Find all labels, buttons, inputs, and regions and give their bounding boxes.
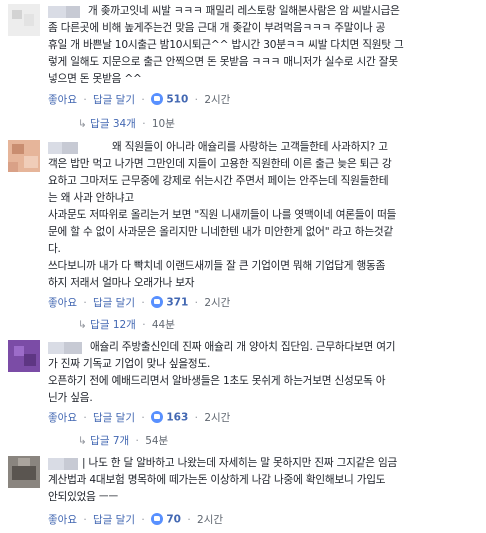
thumbs-up-icon (151, 295, 164, 308)
separator: · (187, 513, 191, 526)
view-replies-link[interactable]: 답글 7개 (90, 435, 129, 447)
comment-actions: 좋아요 · 답글 달기 · 163 · 2시간 (48, 410, 230, 425)
reply-button[interactable]: 답글 달기 (93, 297, 135, 309)
comment-actions: 좋아요 · 답글 달기 · 371 · 2시간 (48, 295, 230, 310)
comment-text: 애슐리 주방출신인데 진짜 애슐리 개 양아치 집단임. 근무하다보면 여기 (90, 341, 396, 353)
reply-button[interactable]: 답글 달기 (93, 94, 135, 106)
separator: · (83, 296, 87, 309)
thumbs-up-icon (151, 512, 164, 525)
reply-arrow-icon: ↳ (78, 319, 87, 331)
commenter-name[interactable] (66, 6, 80, 18)
comment-text: 오픈하기 전에 예배드리면서 알바생들은 1초도 못쉬게 하는거보면 신성모독 … (48, 375, 386, 387)
reply-timestamp: 44분 (151, 319, 175, 331)
commenter-name[interactable] (48, 142, 62, 154)
comment-text: 개 좆까고잇네 씨발 ㅋㅋㅋ 패밀리 레스토랑 일해본사람은 암 씨발시급은 (88, 5, 400, 17)
reply-arrow-icon: ↳ (78, 435, 87, 447)
reaction-count[interactable]: 163 (166, 412, 188, 424)
timestamp[interactable]: 2시간 (197, 514, 223, 526)
comment-text: 안되있었음 ㅡㅡ (48, 491, 118, 503)
like-button[interactable]: 좋아요 (48, 297, 77, 309)
commenter-name[interactable] (64, 342, 82, 354)
reaction-count[interactable]: 70 (166, 514, 181, 526)
comment-text: 렇게 일해도 지문으로 출근 안찍으면 돈 못받음 ㅋㅋㅋ 매니저가 실수로 시… (48, 56, 398, 68)
comment-text: 객은 밥만 먹고 나가면 그만인데 지들이 고용한 직원한테 이른 출근 늦은 … (48, 158, 392, 170)
commenter-name[interactable] (48, 458, 64, 470)
comment-text: 좀 다른곳에 비해 높게주는건 맞음 근대 개 좆같이 부려먹음ㅋㅋㅋ 주말이나… (48, 22, 386, 34)
reaction-count[interactable]: 371 (166, 297, 188, 309)
avatar[interactable] (8, 140, 40, 172)
thumbs-up-icon (151, 92, 164, 105)
like-button[interactable]: 좋아요 (48, 514, 77, 526)
comment-actions: 좋아요 · 답글 달기 · 70 · 2시간 (48, 512, 223, 527)
commenter-name[interactable] (48, 6, 66, 18)
comment-actions: 좋아요 · 답글 달기 · 510 · 2시간 (48, 92, 230, 107)
separator: · (83, 93, 87, 106)
separator: · (83, 513, 87, 526)
separator: · (141, 296, 145, 309)
comment-text: 다. (48, 243, 61, 255)
reply-arrow-icon: ↳ (78, 118, 87, 130)
timestamp[interactable]: 2시간 (204, 412, 230, 424)
separator: · (142, 118, 146, 130)
comment-text: 휴일 개 바쁜날 10시출근 밤10시퇴근^^ 밥시간 30분ㅋㅋ 씨발 다치면… (48, 39, 404, 51)
reply-button[interactable]: 답글 달기 (93, 412, 135, 424)
separator: · (83, 411, 87, 424)
comment-text: 닌가 싶음. (48, 392, 93, 404)
comment-text: 문에 할 수 없이 사과문은 올리지만 니네한텐 내가 미안한게 없어" 라고 … (48, 226, 393, 238)
commenter-name[interactable] (48, 342, 64, 354)
view-replies-link[interactable]: 답글 12개 (90, 319, 136, 331)
commenter-name[interactable] (64, 458, 78, 470)
comment-text: 쓰다보니까 내가 다 빡치네 이랜드새끼들 잘 큰 기업이면 뭐해 기업답게 행… (48, 260, 386, 272)
separator: · (141, 93, 145, 106)
separator: · (141, 411, 145, 424)
separator: · (194, 296, 198, 309)
reply-button[interactable]: 답글 달기 (93, 514, 135, 526)
view-replies-link[interactable]: 답글 34개 (90, 118, 136, 130)
reply-timestamp: 54분 (145, 435, 169, 447)
comment-text: 는 왜 사과 안하냐고 (48, 192, 134, 204)
separator: · (142, 319, 146, 331)
comment-text: 하지 저래서 얼마나 오래가나 보자 (48, 277, 195, 289)
comment-text: 왜 직원들이 아니라 애슐리를 사랑하는 고객들한테 사과하지? 고 (112, 141, 388, 153)
reaction-count[interactable]: 510 (166, 94, 188, 106)
comment-text: | 나도 한 달 알바하고 나왔는데 자세히는 말 못하지만 진짜 그지같은 임… (82, 457, 398, 469)
commenter-name[interactable] (62, 142, 78, 154)
avatar[interactable] (8, 340, 40, 372)
comment-text: 계산법과 4대보험 명목하에 떼가는돈 이상하게 나감 나중에 확인해보니 가입… (48, 474, 386, 486)
comment-text: 요하고 그마저도 근무중에 강제로 쉬는시간 주면서 페이는 안주는데 직원들한… (48, 175, 389, 187)
comment-text: 넣으면 돈 못받음 ^^ (48, 73, 142, 85)
reply-summary[interactable]: ↳ 답글 7개 · 54분 (78, 433, 168, 448)
comment-text: 사과문도 저따위로 올리는거 보면 "직원 니새끼들이 나를 엿맥이네 여론들이… (48, 209, 397, 221)
timestamp[interactable]: 2시간 (204, 297, 230, 309)
reply-summary[interactable]: ↳ 답글 12개 · 44분 (78, 317, 175, 332)
like-button[interactable]: 좋아요 (48, 94, 77, 106)
reply-summary[interactable]: ↳ 답글 34개 · 10분 (78, 116, 175, 131)
comment-text: 가 진짜 기독교 기업이 맞나 싶을정도. (48, 358, 211, 370)
separator: · (135, 435, 139, 447)
like-button[interactable]: 좋아요 (48, 412, 77, 424)
avatar[interactable] (8, 456, 40, 488)
reply-timestamp: 10분 (151, 118, 175, 130)
separator: · (194, 93, 198, 106)
avatar[interactable] (8, 4, 40, 36)
timestamp[interactable]: 2시간 (204, 94, 230, 106)
separator: · (141, 513, 145, 526)
thumbs-up-icon (151, 410, 164, 423)
separator: · (194, 411, 198, 424)
